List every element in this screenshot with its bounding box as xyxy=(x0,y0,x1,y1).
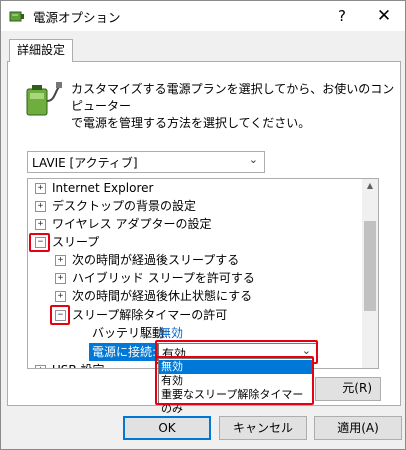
tree-label: スリープ解除タイマーの許可 xyxy=(72,308,228,322)
close-button[interactable]: ✕ xyxy=(369,3,399,29)
power-plan-select[interactable]: LAVIE [アクティブ] ⌄ xyxy=(27,151,265,173)
expand-icon[interactable]: + xyxy=(55,273,66,284)
settings-tree[interactable]: + Internet Explorer + デスクトップの背景の設定 + ワイヤ… xyxy=(27,178,379,369)
power-plan-value: LAVIE [アクティブ] xyxy=(32,156,138,170)
description-line-1: カスタマイズする電源プランを選択してから、お使いのコンピューター xyxy=(71,82,395,113)
battery-app-icon xyxy=(9,9,27,23)
power-options-window: 電源オプション ? ✕ 詳細設定 カスタマイズする電源プランを選択してから、お使… xyxy=(0,0,406,450)
tree-label: 次の時間が経過後休止状態にする xyxy=(72,289,253,303)
tree-label-selected: 電源に接続: xyxy=(89,343,160,361)
description-text: カスタマイズする電源プランを選択してから、お使いのコンピューター で電源を管理す… xyxy=(71,81,396,132)
ok-button[interactable]: OK xyxy=(123,416,211,440)
tree-label: ハイブリッド スリープを許可する xyxy=(72,271,255,285)
tree-scrollbar[interactable]: ▲ xyxy=(362,179,378,368)
tree-label: スリープ xyxy=(52,235,100,249)
callout-box-dropdown-list xyxy=(155,356,314,405)
restore-defaults-label: 元(R) xyxy=(342,381,372,395)
expand-icon[interactable]: + xyxy=(35,219,46,230)
scroll-up-icon[interactable]: ▲ xyxy=(362,181,378,190)
expand-icon[interactable]: + xyxy=(55,255,66,266)
tree-label: ワイヤレス アダプターの設定 xyxy=(52,217,212,231)
description-line-2: で電源を管理する方法を選択してください。 xyxy=(71,116,311,130)
window-title: 電源オプション xyxy=(33,10,121,25)
chevron-down-icon: ⌄ xyxy=(248,153,258,166)
tab-advanced-settings[interactable]: 詳細設定 xyxy=(9,39,73,62)
tree-label: 次の時間が経過後スリープする xyxy=(72,253,240,267)
help-button[interactable]: ? xyxy=(329,3,355,29)
tree-label: デスクトップの背景の設定 xyxy=(52,199,197,213)
restore-defaults-button[interactable]: 元(R) xyxy=(315,377,381,401)
expand-icon[interactable]: + xyxy=(55,291,66,302)
expand-icon[interactable]: + xyxy=(35,201,46,212)
expand-icon[interactable]: + xyxy=(35,183,46,194)
cancel-button[interactable]: キャンセル xyxy=(219,416,307,440)
tree-label: USB 設定 xyxy=(52,361,104,368)
callout-box-wake-timers-expander xyxy=(50,305,70,325)
expand-icon[interactable]: + xyxy=(35,365,46,368)
callout-box-sleep-expander xyxy=(29,233,50,252)
title-bar: 電源オプション ? ✕ xyxy=(1,1,405,31)
apply-button[interactable]: 適用(A) xyxy=(314,416,402,440)
battery-plug-icon xyxy=(21,79,63,119)
tree-label: Internet Explorer xyxy=(52,181,154,195)
scrollbar-thumb[interactable] xyxy=(364,221,376,311)
